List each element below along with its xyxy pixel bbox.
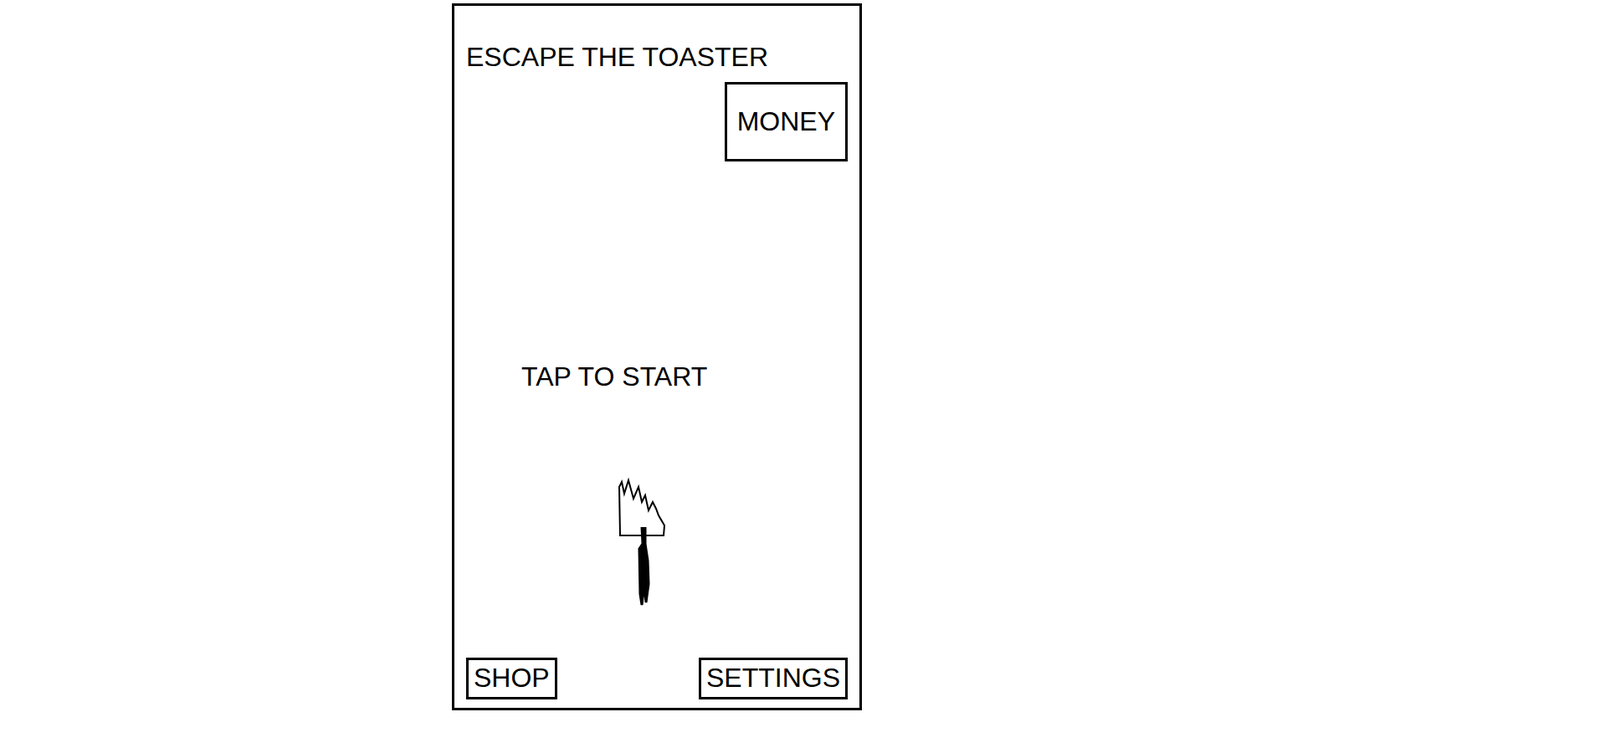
menu-button[interactable]: SETTINGS bbox=[698, 657, 848, 700]
toast-character-icon bbox=[616, 476, 666, 608]
page: ESCAPE THE TOASTERMONEYTAP TO STARTSHOPS… bbox=[0, 0, 1600, 753]
money-display: MONEY bbox=[724, 82, 848, 162]
tap-to-start[interactable]: TAP TO START bbox=[466, 362, 848, 392]
money-row: MONEY bbox=[466, 82, 848, 162]
game-title: ESCAPE THE TOASTER bbox=[466, 42, 848, 72]
phone-screen[interactable]: ESCAPE THE TOASTERMONEYTAP TO STARTSHOPS… bbox=[451, 3, 862, 711]
character-row bbox=[466, 476, 848, 608]
bottom-bar: SHOP SETTINGS bbox=[466, 657, 848, 700]
menu-button[interactable]: SHOP bbox=[466, 657, 558, 700]
